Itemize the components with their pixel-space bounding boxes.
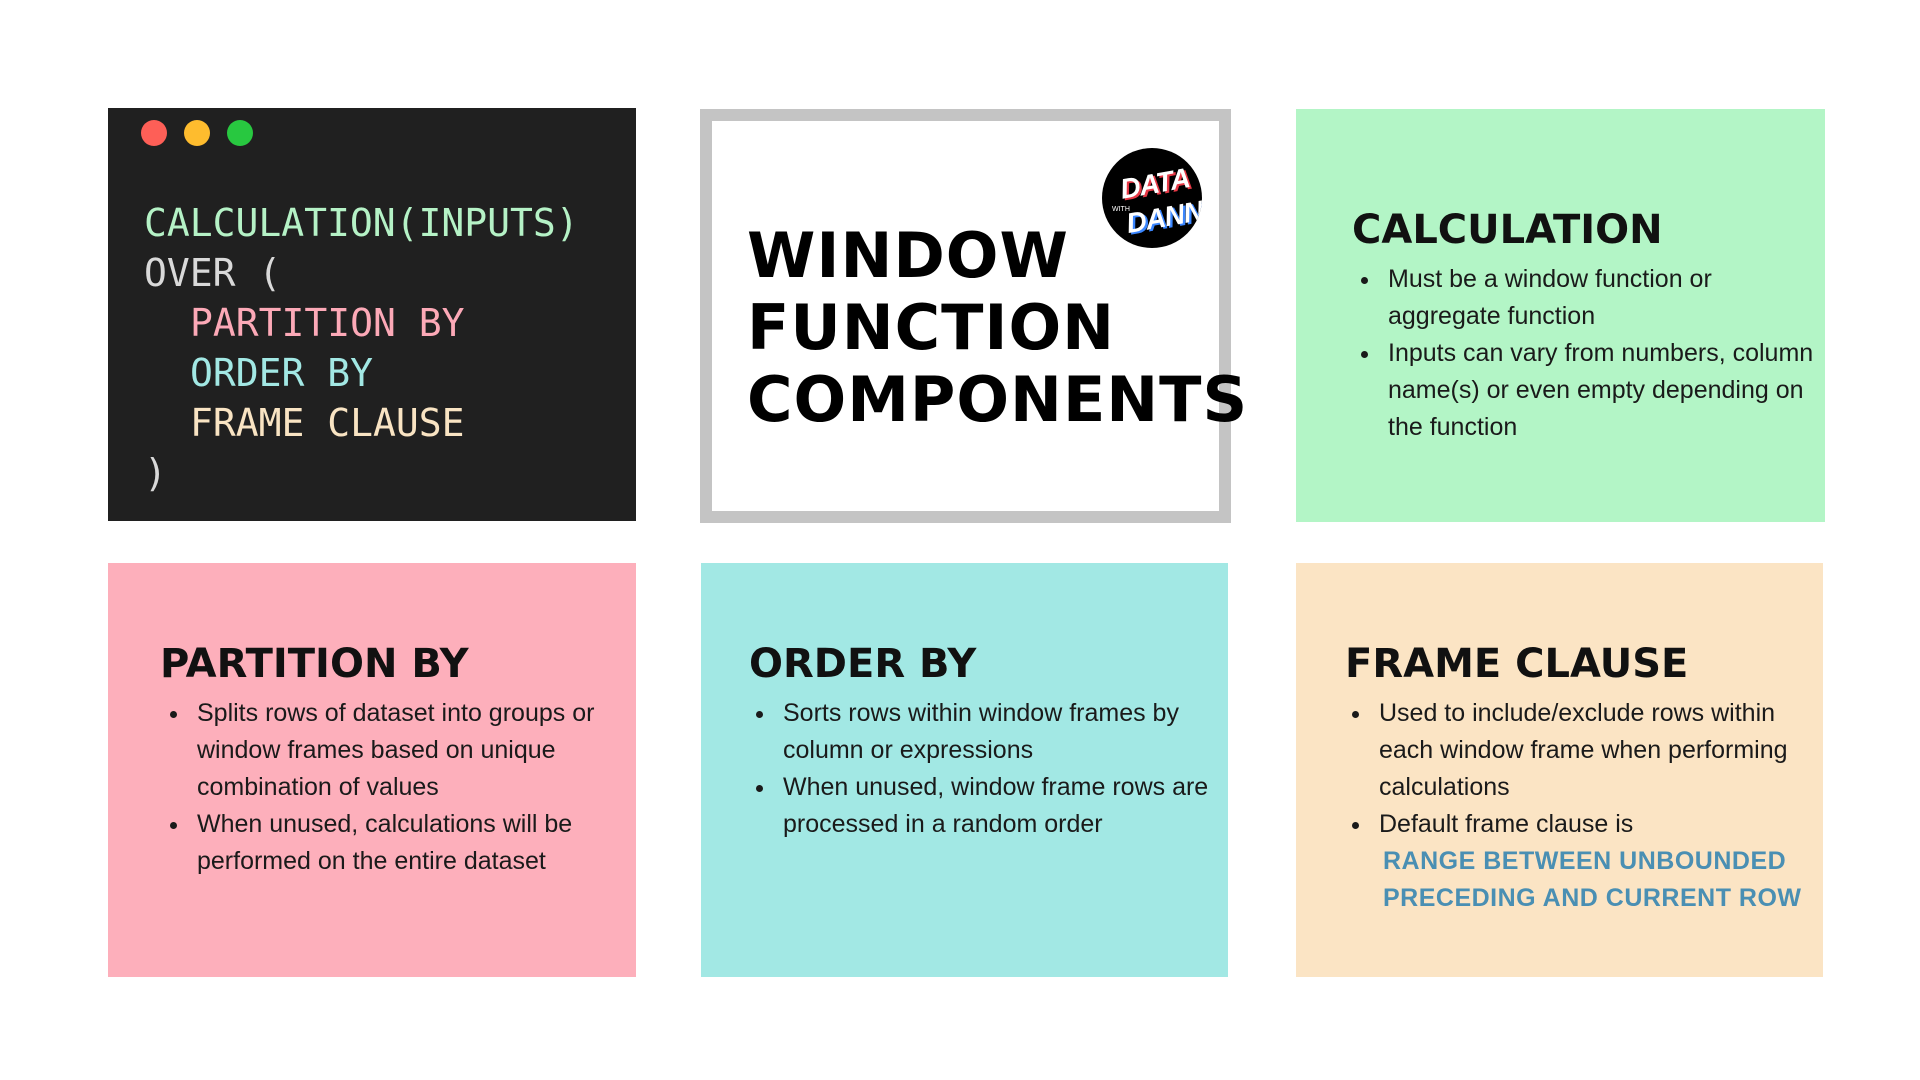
list-item: Used to include/exclude rows within each… (1373, 695, 1823, 806)
code-line-order-by: ORDER BY (190, 351, 374, 395)
frame-clause-title: FRAME CLAUSE (1345, 641, 1689, 687)
close-dot-icon (141, 120, 167, 146)
frame-clause-bullets: Used to include/exclude rows within each… (1345, 695, 1823, 917)
order-by-bullets: Sorts rows within window frames by colum… (749, 695, 1227, 843)
calculation-card: CALCULATION Must be a window function or… (1296, 109, 1825, 522)
code-line-calculation: CALCULATION(INPUTS) (144, 201, 579, 245)
code-line-frame-clause: FRAME CLAUSE (190, 401, 465, 445)
list-item-text: Default frame clause is (1379, 810, 1634, 838)
title-line-2: FUNCTION (747, 291, 1116, 364)
list-item: Inputs can vary from numbers, column nam… (1382, 335, 1822, 446)
title-line-3: COMPONENTS (747, 363, 1249, 436)
data-with-danny-logo: DATA WITH DANNY (1102, 148, 1202, 248)
order-by-title: ORDER BY (749, 641, 977, 687)
order-by-card: ORDER BY Sorts rows within window frames… (701, 563, 1228, 977)
frame-clause-card: FRAME CLAUSE Used to include/exclude row… (1296, 563, 1823, 977)
calculation-title: CALCULATION (1352, 207, 1663, 253)
partition-by-bullets: Splits rows of dataset into groups or wi… (163, 695, 641, 880)
code-line-close-paren: ) (144, 451, 167, 495)
list-item: Sorts rows within window frames by colum… (777, 695, 1227, 769)
code-line-partition-by: PARTITION BY (190, 301, 465, 345)
partition-by-title: PARTITION BY (160, 641, 469, 687)
title-line-1: WINDOW (747, 219, 1069, 292)
list-item: Must be a window function or aggregate f… (1382, 261, 1822, 335)
code-line-over: OVER ( (144, 251, 282, 295)
title-card: WINDOW FUNCTION COMPONENTS DATA WITH DAN… (700, 109, 1247, 523)
list-item: When unused, window frame rows are proce… (777, 769, 1227, 843)
list-item: Splits rows of dataset into groups or wi… (191, 695, 641, 806)
calculation-bullets: Must be a window function or aggregate f… (1354, 261, 1822, 446)
default-frame-clause-code: RANGE BETWEEN UNBOUNDED PRECEDING AND CU… (1383, 847, 1802, 912)
list-item: Default frame clause is RANGE BETWEEN UN… (1373, 806, 1823, 917)
partition-by-card: PARTITION BY Splits rows of dataset into… (108, 563, 636, 977)
minimize-dot-icon (184, 120, 210, 146)
list-item: When unused, calculations will be perfor… (191, 806, 641, 880)
maximize-dot-icon (227, 120, 253, 146)
code-window: CALCULATION(INPUTS) OVER ( PARTITION BY … (108, 108, 636, 521)
